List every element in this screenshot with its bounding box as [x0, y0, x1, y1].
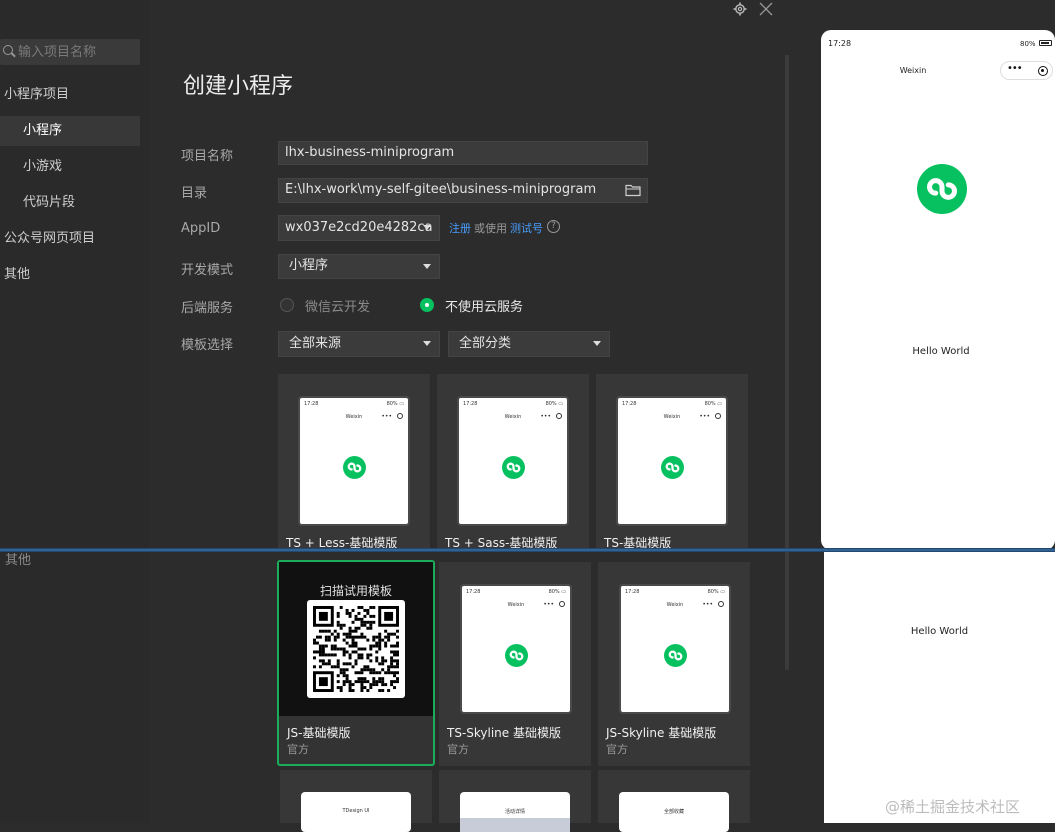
dev-mode-select[interactable]: 小程序	[278, 254, 440, 279]
directory-input[interactable]: E:\lhx-work\my-self-gitee\business-minip…	[278, 178, 648, 203]
folder-icon[interactable]	[625, 183, 641, 197]
template-thumbnail: 活动详情	[460, 792, 570, 832]
template-thumbnail: 17:28 80% ▭ Weixin •••	[616, 396, 728, 526]
directory-value: E:\lhx-work\my-self-gitee\business-minip…	[285, 182, 597, 197]
template-card-selected[interactable]: 扫描试用模板 JS-基础模版 官方	[277, 560, 435, 766]
battery-icon	[1039, 40, 1052, 46]
project-name-input[interactable]: lhx-business-miniprogram	[278, 141, 648, 165]
status-time: 17:28	[828, 39, 852, 48]
sidebar-item-official-account-web[interactable]: 公众号网页项目	[0, 224, 140, 254]
dev-mode-label: 开发模式	[181, 263, 234, 278]
preview-lower-page: Hello World	[824, 552, 1055, 823]
preview-content: Hello World	[912, 346, 970, 357]
template-thumbnail: 17:28 80% ▭ Weixin •••	[298, 396, 410, 526]
template-source: 官方	[447, 743, 469, 756]
or-use-text: 或使用	[474, 222, 507, 235]
qr-overlay: 扫描试用模板	[279, 562, 433, 716]
template-thumb-title: 全部收藏	[663, 809, 684, 815]
search-box[interactable]	[0, 39, 140, 65]
template-thumb-image	[460, 818, 570, 832]
template-thumbnail: 17:28 80% ▭ Weixin •••	[619, 584, 731, 714]
more-icon[interactable]: •••	[1007, 63, 1023, 74]
miniprogram-logo-icon	[502, 456, 525, 479]
phone-preview: 17:28 80% Weixin ••• Hello World	[821, 30, 1055, 550]
chevron-down-icon	[423, 341, 431, 346]
template-card[interactable]: 17:28 80% ▭ Weixin ••• TS-基础模版	[596, 374, 748, 548]
scan-trial-text: 扫描试用模板	[319, 584, 392, 598]
category-filter-select[interactable]: 全部分类	[448, 331, 610, 357]
template-name: JS-基础模版	[287, 726, 351, 740]
template-card[interactable]: TDesign UI	[280, 770, 432, 832]
preview-lower-content: Hello World	[910, 626, 969, 637]
template-name: JS-Skyline 基础模版	[606, 726, 717, 740]
dev-mode-value: 小程序	[289, 258, 329, 273]
miniprogram-logo-icon	[917, 164, 967, 214]
appid-value: wx037e2cd20e4282ca	[285, 220, 433, 235]
preview-nav-title: Weixin	[899, 66, 927, 75]
backend-option-cloud: 微信云开发	[305, 300, 371, 315]
register-link[interactable]: 注册	[449, 220, 471, 236]
chevron-down-icon	[423, 264, 431, 269]
template-thumbnail: 17:28 80% ▭ Weixin •••	[457, 396, 569, 526]
sidebar-item-code-snippets[interactable]: 代码片段	[0, 188, 140, 218]
sidebar-item-miniprogram-projects[interactable]: 小程序项目	[0, 80, 140, 110]
gear-icon[interactable]	[733, 2, 747, 16]
template-name: TS-基础模版	[604, 536, 672, 548]
backend-option-none: 不使用云服务	[445, 300, 524, 315]
help-icon[interactable]: ?	[547, 220, 560, 233]
chevron-down-icon	[423, 225, 431, 230]
divider-line	[0, 548, 1055, 552]
miniprogram-logo-icon	[343, 456, 366, 479]
template-card[interactable]: 17:28 80% ▭ Weixin ••• TS + Less-基础模版	[278, 374, 430, 548]
project-name-label: 项目名称	[181, 149, 234, 164]
template-thumbnail: TDesign UI	[301, 792, 411, 832]
capsule-menu[interactable]: •••	[1000, 61, 1053, 80]
radio-cloud-dev[interactable]	[280, 298, 294, 312]
template-name: TS-Skyline 基础模版	[447, 726, 561, 740]
template-source: 官方	[287, 743, 309, 756]
sidebar-item-miniprogram[interactable]: 小程序	[0, 116, 140, 146]
template-card[interactable]: 17:28 80% ▭ Weixin ••• JS-Skyline 基础模版 官方	[598, 562, 750, 766]
source-filter-value: 全部来源	[289, 336, 342, 351]
template-card[interactable]: 17:28 80% ▭ Weixin ••• TS-Skyline 基础模版 官方	[439, 562, 591, 766]
template-card[interactable]: 活动详情	[439, 770, 591, 832]
template-thumbnail: 全部收藏	[619, 792, 729, 832]
watermark: @稀土掘金技术社区	[885, 798, 1021, 816]
miniprogram-logo-icon	[664, 644, 687, 667]
radio-no-cloud[interactable]	[420, 298, 434, 312]
template-thumb-title: 活动详情	[504, 809, 525, 815]
sidebar: 小程序项目 小程序 小游戏 代码片段 公众号网页项目 其他 其他	[0, 0, 149, 823]
status-battery: 80%	[1020, 40, 1036, 48]
template-thumb-title: TDesign UI	[342, 808, 370, 814]
sidebar-item-other[interactable]: 其他	[0, 260, 140, 290]
appid-select[interactable]: wx037e2cd20e4282ca	[278, 215, 440, 241]
sidebar-item-minigame[interactable]: 小游戏	[0, 152, 140, 182]
source-filter-select[interactable]: 全部来源	[278, 331, 440, 357]
close-icon[interactable]	[759, 2, 773, 16]
template-card[interactable]: 17:28 80% ▭ Weixin ••• TS + Sass-基础模版	[437, 374, 589, 548]
page-title: 创建小程序	[183, 74, 294, 99]
test-account-link[interactable]: 测试号	[510, 220, 543, 236]
category-filter-value: 全部分类	[459, 336, 512, 351]
template-card[interactable]: 全部收藏	[598, 770, 750, 832]
search-icon	[3, 45, 13, 55]
template-name: TS + Less-基础模版	[286, 536, 398, 548]
chevron-down-icon	[593, 341, 601, 346]
miniprogram-logo-icon	[505, 644, 528, 667]
template-thumbnail: 17:28 80% ▭ Weixin •••	[460, 584, 572, 714]
template-label: 模板选择	[181, 338, 234, 353]
appid-label: AppID	[181, 221, 221, 236]
search-input[interactable]	[18, 42, 136, 62]
backend-label: 后端服务	[181, 301, 234, 316]
directory-label: 目录	[181, 186, 208, 201]
template-source: 官方	[606, 743, 628, 756]
qr-code	[307, 600, 405, 698]
target-icon[interactable]	[1038, 66, 1048, 76]
template-name: TS + Sass-基础模版	[445, 536, 558, 548]
miniprogram-logo-icon	[661, 456, 684, 479]
